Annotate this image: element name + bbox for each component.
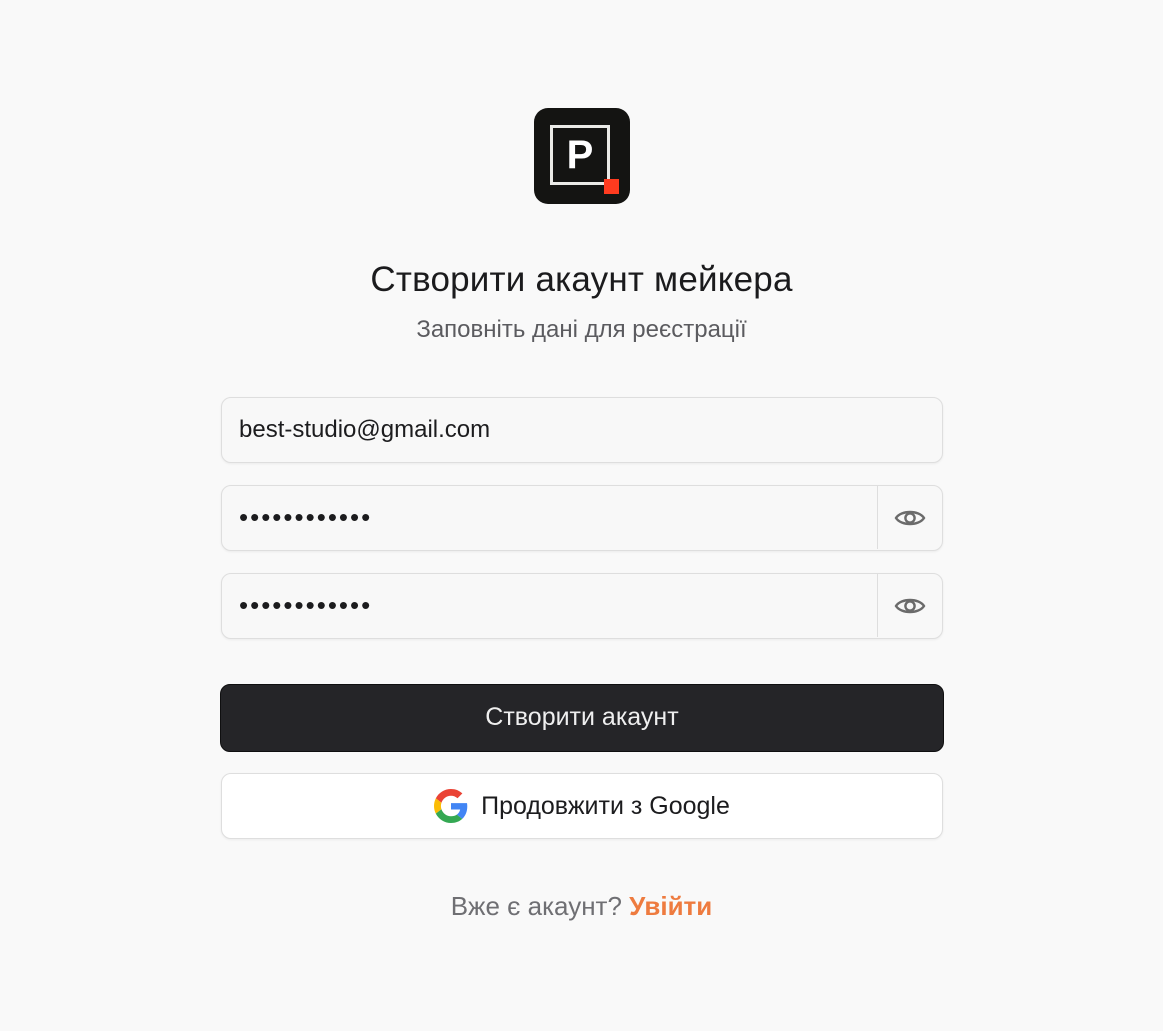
app-logo: P <box>534 108 630 204</box>
password-input[interactable] <box>222 486 878 549</box>
show-confirm-password-button[interactable] <box>877 574 942 637</box>
login-question: Вже є акаунт? <box>450 891 622 921</box>
page-title: Створити акаунт мейкера <box>370 260 793 299</box>
eye-icon <box>894 598 926 613</box>
password-field <box>221 485 943 551</box>
email-field <box>221 397 943 463</box>
eye-icon <box>894 510 926 525</box>
confirm-password-input[interactable] <box>222 574 878 637</box>
confirm-password-field <box>221 573 943 639</box>
logo-letter: P <box>566 133 594 177</box>
google-button-label: Продовжити з Google <box>481 791 730 820</box>
page-subtitle: Заповніть дані для реєстрації <box>416 316 747 343</box>
login-link[interactable]: Увійти <box>629 891 712 921</box>
logo-accent-square <box>604 179 619 194</box>
google-icon <box>434 789 468 823</box>
signup-page: P Створити акаунт мейкера Заповніть дані… <box>0 0 1163 1031</box>
login-prompt: Вже є акаунт? Увійти <box>0 888 1163 924</box>
email-input[interactable] <box>222 398 941 461</box>
show-password-button[interactable] <box>877 486 942 549</box>
create-account-button[interactable]: Створити акаунт <box>220 684 944 752</box>
google-signin-button[interactable]: Продовжити з Google <box>221 773 943 839</box>
